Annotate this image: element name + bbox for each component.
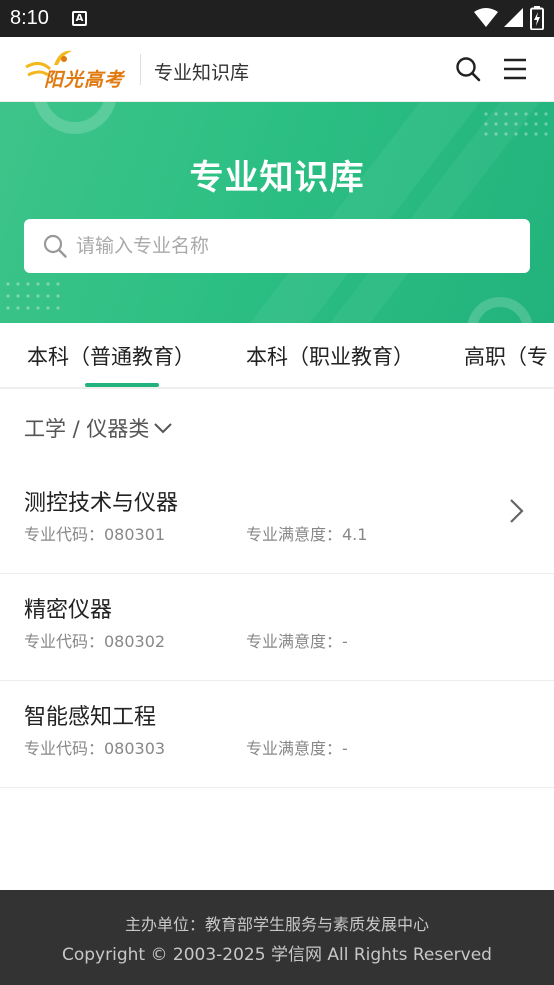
wifi-icon bbox=[474, 8, 498, 27]
status-bar: 8:10 A bbox=[0, 0, 554, 37]
major-satisfaction: 专业满意度：- bbox=[246, 739, 348, 758]
education-type-tabs: 本科（普通教育） 本科（职业教育） 高职（专 bbox=[0, 323, 554, 389]
list-item[interactable]: 智能感知工程 专业代码：080303 专业满意度：- bbox=[0, 681, 554, 788]
header-title: 专业知识库 bbox=[154, 62, 250, 84]
major-name: 精密仪器 bbox=[24, 598, 113, 623]
tab-undergrad-vocational[interactable]: 本科（职业教育） bbox=[246, 341, 414, 371]
major-name: 测控技术与仪器 bbox=[24, 491, 179, 516]
battery-icon bbox=[530, 6, 544, 30]
tab-undergrad-general[interactable]: 本科（普通教育） bbox=[27, 341, 195, 371]
footer-organizer: 主办单位：教育部学生服务与素质发展中心 bbox=[124, 915, 429, 934]
status-icons bbox=[474, 6, 544, 30]
major-code: 专业代码：080303 bbox=[24, 739, 166, 758]
notification-a-icon: A bbox=[72, 11, 87, 26]
list-item[interactable]: 测控技术与仪器 专业代码：080301 专业满意度：4.1 bbox=[0, 467, 554, 574]
logo-text: 阳光高考 bbox=[44, 69, 125, 91]
sunshine-gaokao-logo[interactable]: 阳光高考 bbox=[24, 49, 128, 91]
major-satisfaction: 专业满意度：- bbox=[246, 632, 348, 651]
active-tab-indicator bbox=[85, 383, 159, 387]
search-icon[interactable] bbox=[454, 55, 482, 83]
major-code: 专业代码：080301 bbox=[24, 525, 166, 544]
search-icon bbox=[43, 234, 67, 258]
tab-higher-vocational[interactable]: 高职（专 bbox=[464, 341, 548, 371]
page-footer: 主办单位：教育部学生服务与素质发展中心 Copyright © 2003-202… bbox=[0, 890, 554, 985]
chevron-down-icon bbox=[154, 423, 173, 434]
major-satisfaction: 专业满意度：4.1 bbox=[246, 525, 368, 544]
signal-icon bbox=[504, 8, 523, 27]
banner-title: 专业知识库 bbox=[189, 158, 365, 198]
major-search-input[interactable] bbox=[76, 219, 516, 273]
major-name: 智能感知工程 bbox=[24, 705, 157, 730]
app-header: 阳光高考 专业知识库 bbox=[0, 37, 554, 102]
footer-copyright: Copyright © 2003-2025 学信网 All Rights Res… bbox=[62, 945, 492, 965]
header-divider bbox=[140, 54, 141, 85]
banner-decoration bbox=[6, 102, 548, 323]
major-code: 专业代码：080302 bbox=[24, 632, 166, 651]
chevron-right-icon[interactable] bbox=[506, 498, 526, 524]
menu-icon[interactable] bbox=[502, 56, 528, 82]
category-selector[interactable]: 工学 / 仪器类 bbox=[24, 413, 173, 443]
list-item[interactable]: 精密仪器 专业代码：080302 专业满意度：- bbox=[0, 574, 554, 681]
status-time: 8:10 bbox=[10, 7, 49, 29]
search-box[interactable] bbox=[24, 219, 530, 273]
category-label: 工学 / 仪器类 bbox=[24, 417, 150, 441]
hero-banner: 专业知识库 bbox=[0, 102, 554, 323]
